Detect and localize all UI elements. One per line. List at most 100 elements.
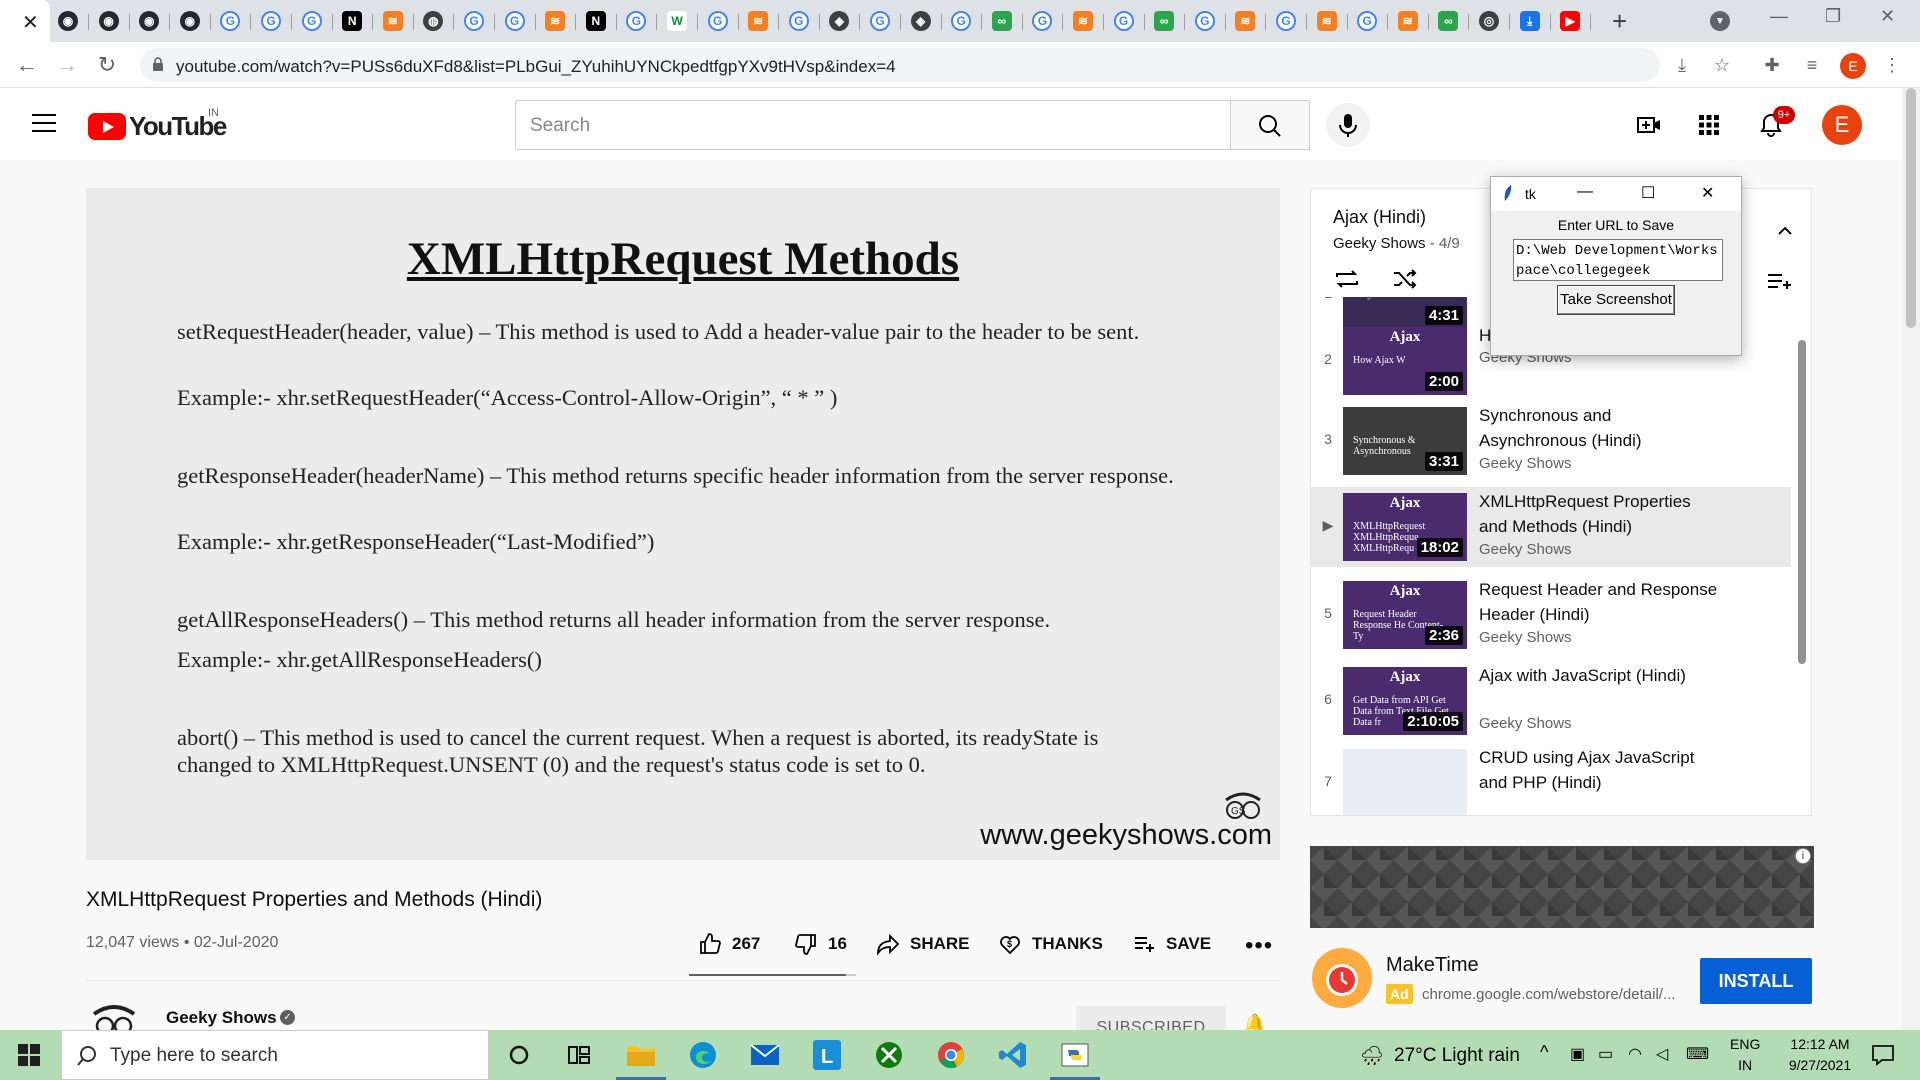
- google-icon[interactable]: G: [951, 11, 972, 31]
- github-icon[interactable]: ◉: [139, 11, 160, 31]
- playlist-item-channel[interactable]: Geeky Shows: [1479, 455, 1572, 472]
- edge-icon[interactable]: [686, 1038, 720, 1072]
- ad-url[interactable]: chrome.google.com/webstore/detail/...: [1422, 986, 1675, 1003]
- google-icon[interactable]: G: [1113, 11, 1134, 31]
- playlist-item-title[interactable]: Request Header and Response Header (Hind…: [1479, 577, 1719, 627]
- extensions-icon[interactable]: ✚: [1760, 53, 1784, 77]
- thanks-button[interactable]: $ THANKS: [998, 932, 1103, 956]
- github-icon[interactable]: ◉: [98, 11, 119, 31]
- task-view-icon[interactable]: [562, 1038, 596, 1072]
- stackoverflow-icon[interactable]: ≋: [748, 11, 769, 31]
- google-icon[interactable]: G: [707, 11, 728, 31]
- ad-banner-image[interactable]: [1310, 846, 1814, 928]
- dislike-button[interactable]: 16: [794, 932, 847, 956]
- tk-titlebar[interactable]: tk — ☐ ✕: [1491, 177, 1741, 211]
- account-avatar[interactable]: E: [1822, 105, 1862, 145]
- tk-minimize-icon[interactable]: —: [1577, 183, 1593, 201]
- google-icon[interactable]: G: [504, 11, 525, 31]
- playlist-scrollbar[interactable]: [1798, 340, 1806, 664]
- create-video-icon[interactable]: [1636, 112, 1662, 138]
- github-icon[interactable]: ◉: [58, 11, 78, 31]
- collapse-playlist-icon[interactable]: [1771, 219, 1799, 243]
- playlist-item-title[interactable]: CRUD using Ajax JavaScript and PHP (Hind…: [1479, 745, 1719, 795]
- close-window-icon[interactable]: ✕: [1880, 6, 1895, 27]
- playlist-title[interactable]: Ajax (Hindi): [1333, 207, 1426, 228]
- google-icon[interactable]: G: [1276, 11, 1296, 31]
- diamond-icon[interactable]: ◈: [829, 11, 850, 31]
- windows-start-icon[interactable]: [18, 1044, 40, 1066]
- google-icon[interactable]: G: [1032, 11, 1053, 31]
- launcher-l-icon[interactable]: L: [810, 1038, 844, 1072]
- battery-icon[interactable]: ▭: [1598, 1044, 1613, 1064]
- github-icon[interactable]: ◉: [179, 11, 200, 31]
- youtube-logo[interactable]: YouTube IN: [88, 107, 227, 142]
- search-button[interactable]: [1231, 100, 1310, 150]
- save-button[interactable]: SAVE: [1132, 932, 1211, 956]
- google-icon[interactable]: G: [261, 11, 281, 31]
- keyboard-icon[interactable]: ⌨: [1686, 1044, 1709, 1064]
- link-icon[interactable]: ∞: [991, 11, 1012, 31]
- cortana-icon[interactable]: [502, 1038, 536, 1072]
- playlist-item-title[interactable]: Ajax with JavaScript (Hindi): [1479, 663, 1719, 688]
- python-idle-icon[interactable]: [1050, 1038, 1100, 1080]
- youtube-icon[interactable]: ▶: [1560, 11, 1581, 31]
- chrome-icon[interactable]: [934, 1038, 968, 1072]
- address-bar[interactable]: youtube.com/watch?v=PUSs6duXFd8&list=PLb…: [140, 48, 1660, 82]
- install-app-icon[interactable]: ⤓: [1670, 53, 1694, 77]
- page-scrollbar-thumb[interactable]: [1906, 88, 1916, 328]
- channel-avatar[interactable]: [86, 1000, 142, 1030]
- new-tab-icon[interactable]: +: [1612, 6, 1627, 37]
- download-icon[interactable]: ⤓: [1519, 11, 1540, 31]
- tab-search-icon[interactable]: ▼: [1710, 11, 1730, 31]
- ad-title[interactable]: MakeTime: [1386, 954, 1479, 977]
- playlist-item-channel[interactable]: Geeky Shows: [1479, 629, 1572, 646]
- playlist-item-title[interactable]: Synchronous and Asynchronous (Hindi): [1479, 403, 1719, 453]
- take-screenshot-button[interactable]: Take Screenshot: [1557, 285, 1675, 315]
- browser-profile-avatar[interactable]: E: [1840, 53, 1866, 79]
- stackoverflow-icon[interactable]: ≋: [1316, 11, 1337, 31]
- save-playlist-icon[interactable]: [1765, 269, 1793, 293]
- google-icon[interactable]: G: [870, 11, 890, 31]
- playlist-item-thumbnail[interactable]: Ajax XMLHttpRequest XMLHttpReque XMLHttpR…: [1343, 493, 1467, 561]
- playlist-item-title[interactable]: XMLHttpRequest Properties and Methods (H…: [1479, 489, 1719, 539]
- close-tab-icon[interactable]: ✕: [22, 10, 39, 35]
- stackoverflow-icon[interactable]: ≋: [1235, 11, 1256, 31]
- install-button[interactable]: INSTALL: [1700, 958, 1812, 1004]
- playlist-item[interactable]: 3 Synchronous & Asynchronous 3:31 Synchrono…: [1311, 401, 1791, 481]
- input-language[interactable]: ENG IN: [1730, 1034, 1760, 1076]
- shuffle-icon[interactable]: [1391, 267, 1419, 291]
- volume-icon[interactable]: ◁: [1656, 1044, 1668, 1064]
- google-icon[interactable]: G: [1194, 11, 1215, 31]
- system-clock[interactable]: 12:12 AM 9/27/2021: [1772, 1034, 1868, 1076]
- chrome-icon[interactable]: ◎: [1479, 11, 1499, 31]
- maketime-logo[interactable]: [1312, 948, 1372, 1008]
- stackoverflow-icon[interactable]: ≋: [545, 11, 566, 31]
- xbox-icon[interactable]: [872, 1038, 906, 1072]
- playlist-item-thumbnail[interactable]: Ajax How Ajax W 2:00: [1343, 327, 1467, 395]
- playlist-item[interactable]: 6 Ajax Get Data from API Get Data from Tex…: [1311, 661, 1791, 741]
- playlist-item-thumbnail[interactable]: Ajax Request Header Response He Content-T…: [1343, 581, 1467, 649]
- google-icon[interactable]: G: [626, 11, 647, 31]
- tray-app-icon[interactable]: ▣: [1570, 1044, 1585, 1064]
- stackoverflow-icon[interactable]: ≋: [1073, 11, 1093, 31]
- restore-window-icon[interactable]: ❐: [1825, 6, 1841, 27]
- active-tab[interactable]: ✕: [0, 0, 50, 42]
- playlist-item[interactable]: 5 Ajax Request Header Response He Content-…: [1311, 575, 1791, 655]
- google-icon[interactable]: G: [788, 11, 809, 31]
- file-explorer-icon[interactable]: [616, 1038, 666, 1080]
- playlist-item-channel[interactable]: Geeky Shows: [1479, 541, 1572, 558]
- like-button[interactable]: 267: [698, 932, 760, 956]
- loop-playlist-icon[interactable]: [1333, 267, 1361, 291]
- minimize-window-icon[interactable]: —: [1770, 6, 1788, 27]
- playlist-channel[interactable]: Geeky Shows: [1333, 235, 1426, 252]
- google-icon[interactable]: G: [220, 11, 241, 31]
- url-entry-field[interactable]: D:\Web Development\Workspace\collegegeek: [1513, 239, 1723, 281]
- hamburger-menu-icon[interactable]: [32, 114, 56, 132]
- notion-icon[interactable]: N: [342, 11, 363, 31]
- playlist-item-thumbnail[interactable]: Ajax Get Data from API Get Data from Text…: [1343, 667, 1467, 735]
- link-icon[interactable]: ∞: [1154, 11, 1175, 31]
- notion-icon[interactable]: N: [585, 11, 606, 31]
- channel-name[interactable]: Geeky Shows: [166, 1008, 277, 1028]
- tk-close-icon[interactable]: ✕: [1701, 183, 1714, 203]
- tray-chevron-icon[interactable]: ^: [1540, 1042, 1548, 1063]
